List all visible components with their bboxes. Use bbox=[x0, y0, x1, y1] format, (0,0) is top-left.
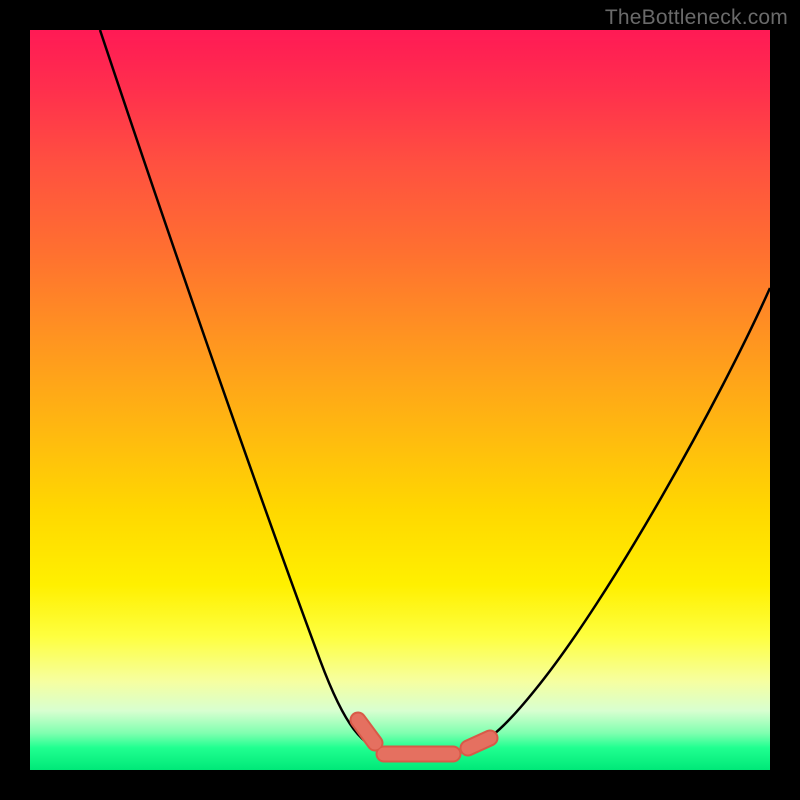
curve-layer bbox=[30, 30, 770, 770]
watermark-text: TheBottleneck.com bbox=[605, 6, 788, 30]
chart-frame: TheBottleneck.com bbox=[0, 0, 800, 800]
plot-area bbox=[30, 30, 770, 770]
bottleneck-curve bbox=[100, 30, 770, 756]
